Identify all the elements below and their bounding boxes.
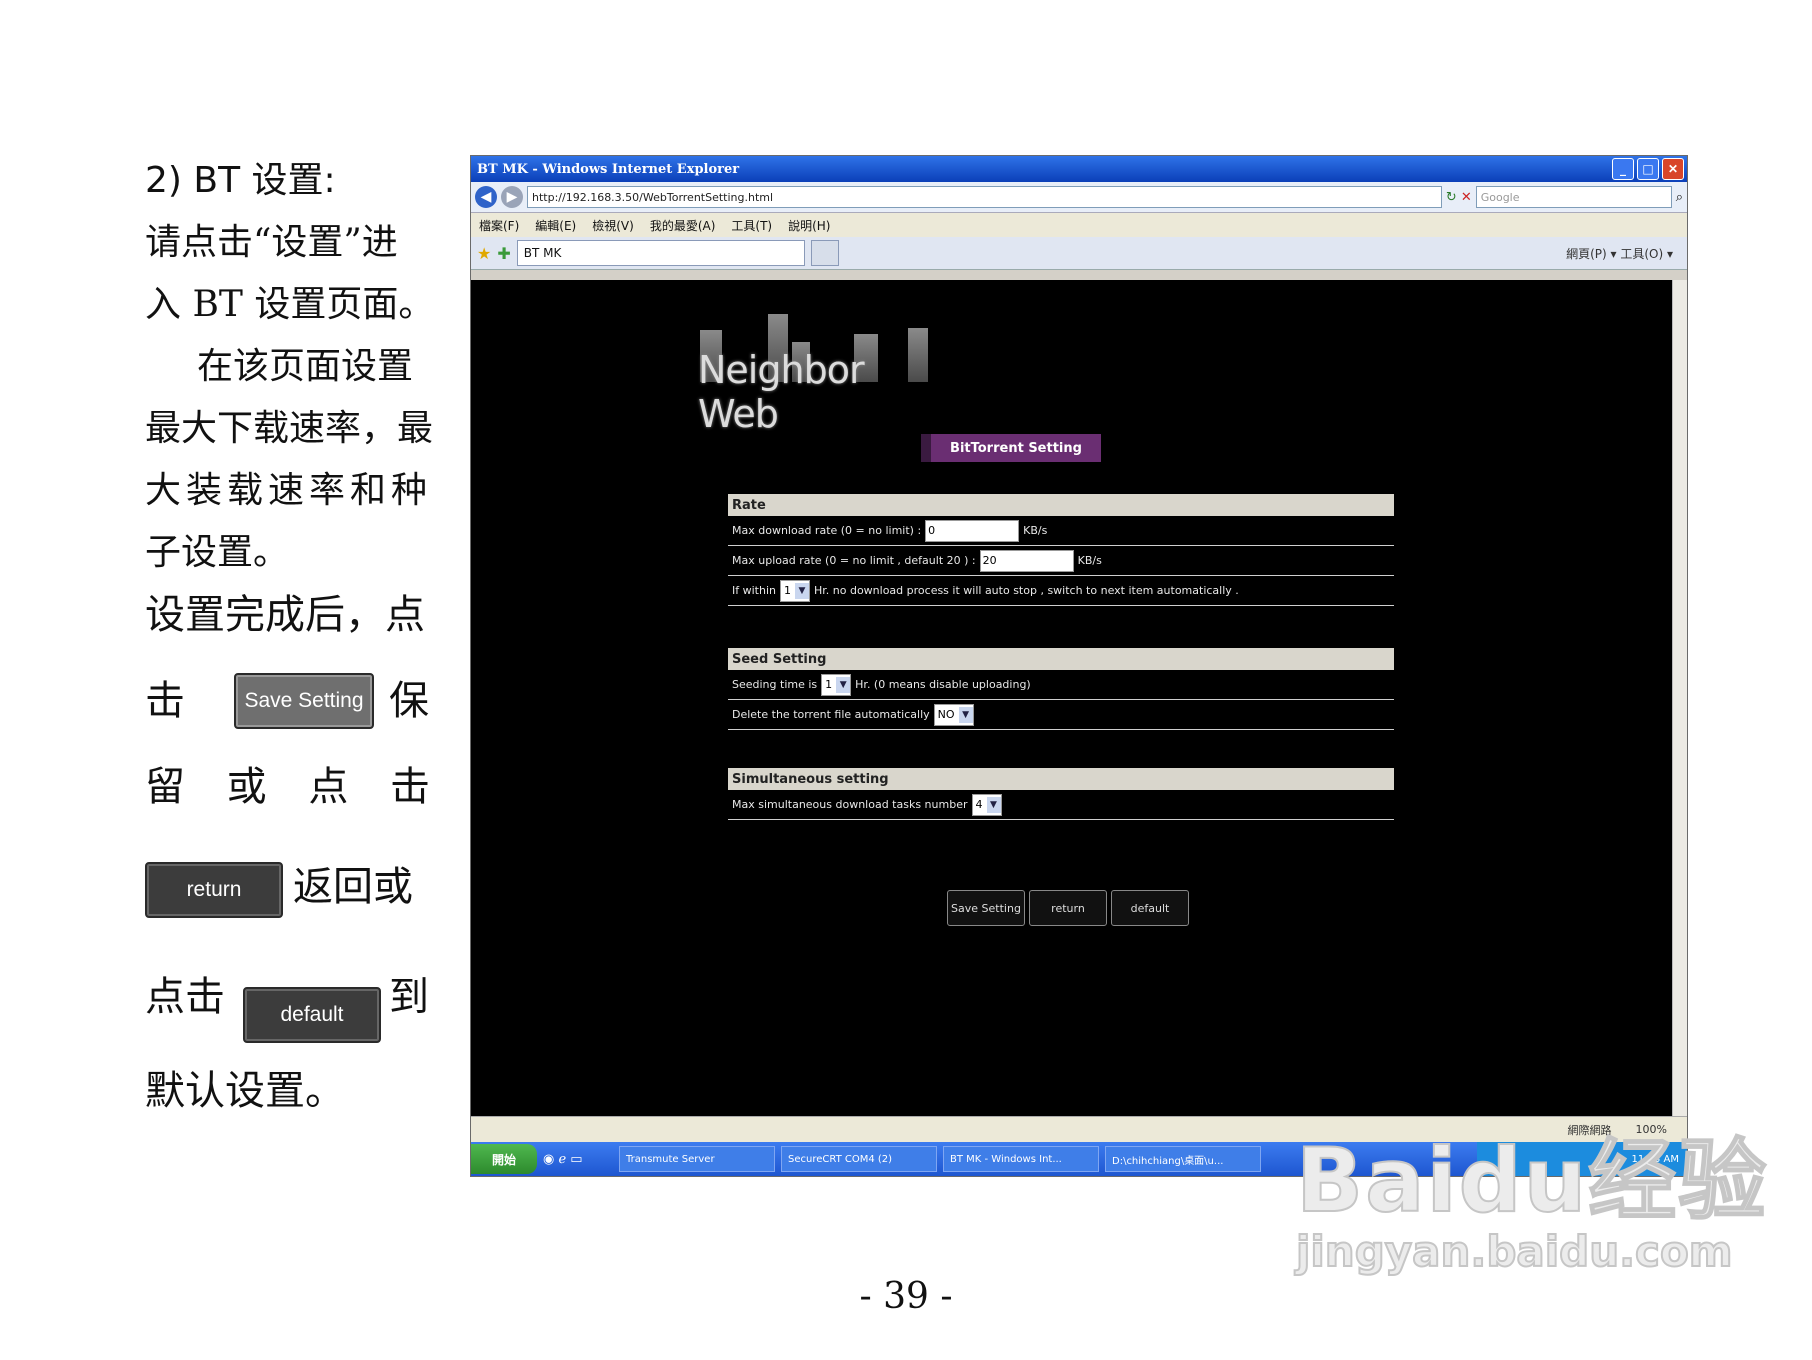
manual-line: 最大下载速率，最 [145,408,434,449]
simultaneous-label: Max simultaneous download tasks number [732,798,968,811]
manual-line-last: 默认设置。 [145,1068,345,1114]
save-setting-button-image: Save Setting [234,673,374,729]
simultaneous-header: Simultaneous setting [728,768,1394,790]
manual-click2: 点击 [145,974,225,1020]
bittorrent-setting-banner: BitTorrent Setting [921,434,1101,462]
neighbor-web-logo: Neighbor Web [698,312,928,436]
default-button-image: default [243,987,381,1043]
chevron-down-icon: ▼ [986,796,1001,813]
seeding-tail: Hr. (0 means disable uploading) [855,678,1031,691]
add-favorite-icon[interactable]: ✚ [497,244,510,263]
start-button[interactable]: 開始 [471,1144,537,1174]
menu-edit[interactable]: 編輯(E) [535,217,576,234]
back-icon[interactable]: ◀ [475,186,497,208]
close-icon[interactable]: ✕ [1662,158,1684,180]
max-download-label: Max download rate (0 = no limit) : [732,524,922,537]
manual-line: 大装载速率和种 [145,470,433,511]
search-icon[interactable]: ⌕ [1676,190,1683,205]
minimize-icon[interactable]: _ [1612,158,1634,180]
rate-header: Rate [728,494,1394,516]
menu-help[interactable]: 說明(H) [788,217,830,234]
max-upload-row: Max upload rate (0 = no limit , default … [728,546,1394,576]
default-button[interactable]: default [1111,890,1189,926]
delete-select[interactable]: NO ▼ [933,703,974,726]
stop-icon[interactable]: ✕ [1461,190,1472,205]
manual-line: 请点击“设置”进 [145,222,398,263]
manual-spaced-line: 留 或 点 击 [145,756,430,818]
manual-word: 或 [226,764,267,810]
return-button-image: return [145,862,283,918]
taskbar-item[interactable]: SecureCRT COM4 (2) [781,1146,937,1172]
manual-word: 留 [145,764,185,810]
max-upload-label: Max upload rate (0 = no limit , default … [732,554,976,567]
auto-stop-row: If within 1 ▼ Hr. no download process it … [728,576,1394,606]
web-page-content: Neighbor Web BitTorrent Setting Rate Max… [471,280,1672,1116]
manual-word-keep: 保 [389,678,429,724]
chevron-down-icon: ▼ [958,706,973,723]
manual-line: 在该页面设置 [197,346,414,387]
taskbar-item[interactable]: D:\chihchiang\桌面\u... [1105,1146,1261,1172]
delete-label: Delete the torrent file automatically [732,708,930,721]
within-label: If within [732,584,776,597]
page-number: - 39 - [859,1276,953,1317]
menu-file[interactable]: 檔案(F) [479,217,519,234]
save-setting-button[interactable]: Save Setting [947,890,1025,926]
quick-launch-icons[interactable]: ◉ ℯ ▭ [543,1152,613,1167]
baidu-watermark: Baidu经验 jingyan.baidu.com [1295,1110,1769,1277]
kbps-unit: KB/s [1077,554,1102,567]
manual-line: 设置完成后，点 [145,592,425,638]
simultaneous-select[interactable]: 4 ▼ [971,793,1002,816]
max-download-row: Max download rate (0 = no limit) : 0 KB/… [728,516,1394,546]
within-select[interactable]: 1 ▼ [779,579,810,602]
favorites-star-icon[interactable]: ★ [477,244,491,263]
menu-bar: 檔案(F) 編輯(E) 檢視(V) 我的最愛(A) 工具(T) 說明(H) [471,213,1687,237]
tab-bar: ★ ✚ BT MK 網頁(P) ▾ 工具(O) ▾ [471,237,1687,270]
manual-line: 入 BT 设置页面。 [145,284,435,325]
manual-return-tail: 返回或 [293,864,413,910]
watermark-brand: Baidu经验 [1295,1128,1769,1233]
manual-word-to: 到 [389,974,429,1020]
new-tab-button[interactable] [810,240,839,266]
menu-view[interactable]: 檢視(V) [592,217,634,234]
manual-word: 点 [308,764,349,810]
section-heading: 2) BT 设置: [145,160,336,201]
chevron-down-icon: ▼ [836,676,851,693]
max-download-input[interactable]: 0 [925,519,1020,542]
browser-screenshot: BT MK - Windows Internet Explorer _ □ ✕ … [470,155,1688,1177]
search-input[interactable]: Google [1475,186,1672,208]
seeding-label: Seeding time is [732,678,818,691]
kbps-unit: KB/s [1023,524,1048,537]
max-upload-input[interactable]: 20 [979,549,1074,572]
manual-line: 子设置。 [145,532,290,573]
within-tail: Hr. no download process it will auto sto… [813,584,1239,597]
manual-word-click: 击 [145,678,185,724]
url-field[interactable]: http://192.168.3.50/WebTorrentSetting.ht… [527,186,1442,208]
seed-setting-header: Seed Setting [728,648,1394,670]
taskbar-item[interactable]: Transmute Server [619,1146,775,1172]
menu-tools[interactable]: 工具(T) [731,217,772,234]
seeding-select[interactable]: 1 ▼ [821,673,852,696]
watermark-url: jingyan.baidu.com [1295,1226,1734,1277]
vertical-scrollbar[interactable] [1672,280,1687,1116]
refresh-icon[interactable]: ↻ [1446,190,1457,205]
window-titlebar: BT MK - Windows Internet Explorer _ □ ✕ [471,156,1687,182]
maximize-icon[interactable]: □ [1637,158,1659,180]
command-bar[interactable]: 網頁(P) ▾ 工具(O) ▾ [1566,245,1673,262]
seeding-time-row: Seeding time is 1 ▼ Hr. (0 means disable … [728,670,1394,700]
logo-text: Neighbor Web [698,348,865,436]
forward-icon[interactable]: ▶ [501,186,523,208]
taskbar-item[interactable]: BT MK - Windows Int... [943,1146,1099,1172]
return-button[interactable]: return [1029,890,1107,926]
tab-bt-mk[interactable]: BT MK [516,240,805,266]
address-bar: ◀ ▶ http://192.168.3.50/WebTorrentSettin… [471,182,1687,213]
simultaneous-row: Max simultaneous download tasks number 4… [728,790,1394,820]
menu-favorites[interactable]: 我的最愛(A) [650,217,716,234]
action-buttons: Save Setting return default [947,890,1189,926]
manual-word: 击 [389,764,430,810]
chevron-down-icon: ▼ [794,582,809,599]
window-title: BT MK - Windows Internet Explorer [477,161,740,177]
delete-torrent-row: Delete the torrent file automatically NO… [728,700,1394,730]
